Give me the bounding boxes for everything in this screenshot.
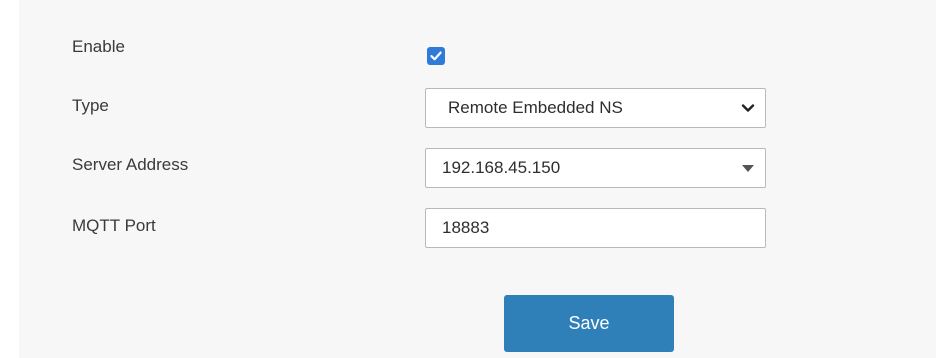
type-label: Type [72, 96, 109, 115]
save-button[interactable]: Save [504, 295, 674, 352]
type-select[interactable]: Remote Embedded NS [425, 88, 766, 128]
enable-label: Enable [72, 37, 125, 56]
mqtt-port-value: 18883 [442, 218, 490, 237]
checkmark-icon [430, 51, 442, 61]
mqtt-port-label: MQTT Port [72, 216, 156, 235]
caret-down-icon[interactable] [742, 165, 754, 172]
chevron-down-icon [741, 104, 755, 112]
mqtt-port-input[interactable]: 18883 [425, 208, 766, 248]
server-address-label: Server Address [72, 155, 189, 174]
server-address-combobox[interactable]: 192.168.45.150 [425, 148, 766, 188]
settings-panel: Enable Type Remote Embedded NS Server Ad… [19, 0, 936, 358]
server-address-value: 192.168.45.150 [442, 158, 561, 177]
type-select-value: Remote Embedded NS [448, 98, 623, 117]
enable-checkbox[interactable] [427, 47, 445, 65]
